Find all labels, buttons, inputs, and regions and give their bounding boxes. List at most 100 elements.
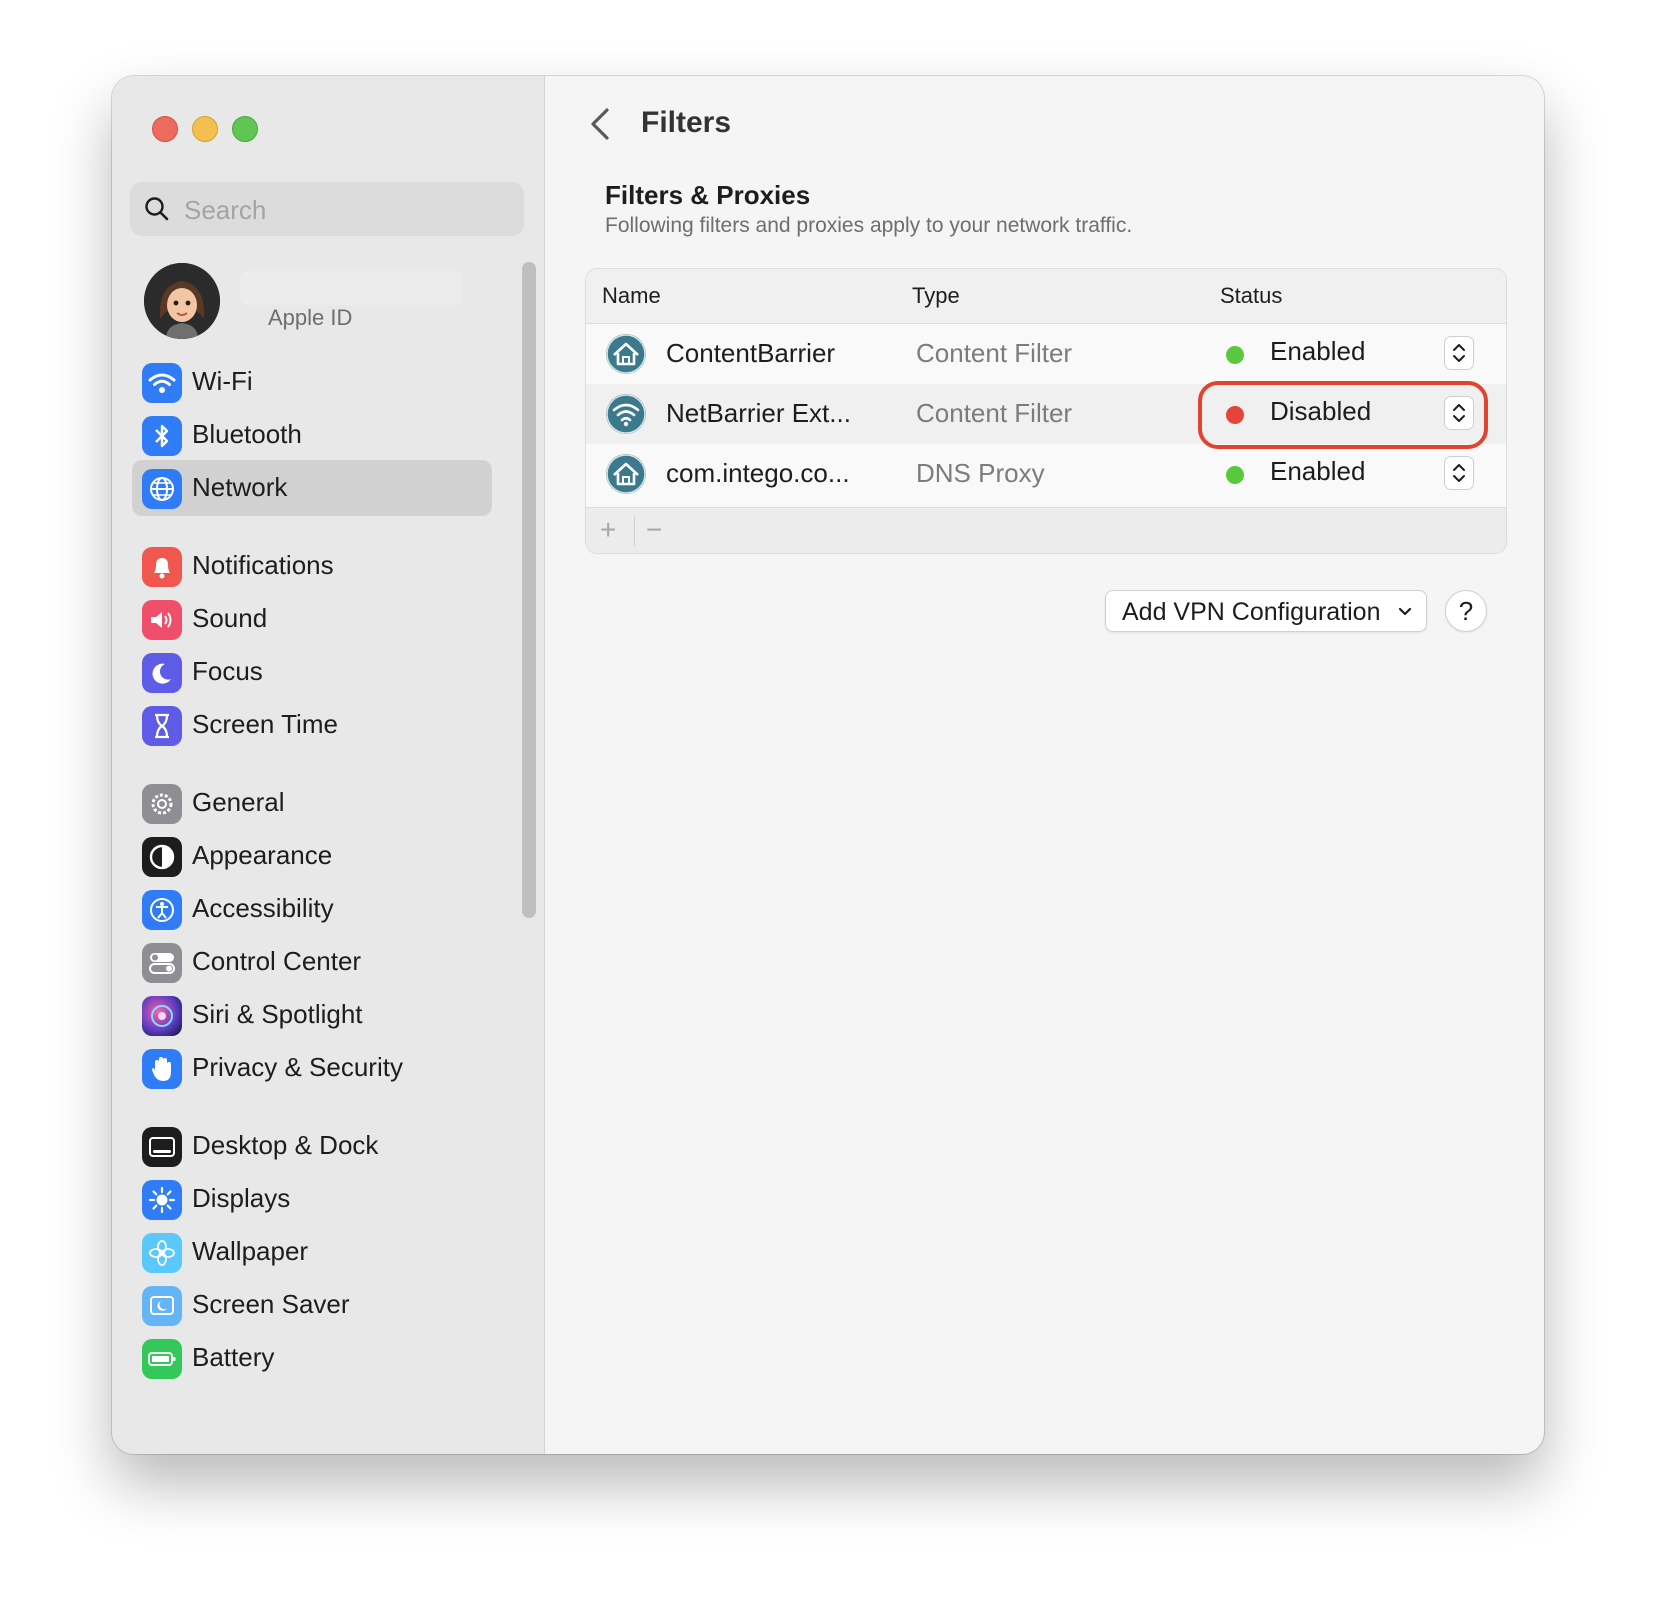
sidebar-item-privacy-security[interactable]: Privacy & Security — [132, 1040, 492, 1096]
sidebar-item-sound[interactable]: Sound — [132, 591, 492, 647]
column-header-name[interactable]: Name — [602, 283, 661, 309]
section-title: Filters & Proxies — [605, 180, 811, 210]
sidebar-item-general[interactable]: General — [132, 775, 492, 831]
filters-table: Name Type Status ContentBarrier Content … — [585, 268, 1507, 554]
sidebar-item-network[interactable]: Network — [132, 460, 492, 516]
row-name: NetBarrier Ext... — [666, 398, 851, 428]
help-label: ? — [1458, 595, 1474, 626]
globe-icon — [142, 469, 182, 509]
sidebar-item-screen-saver[interactable]: Screen Saver — [132, 1277, 492, 1333]
status-popup-button[interactable] — [1444, 336, 1474, 370]
vpn-button-label: Add VPN Configuration — [1122, 598, 1381, 626]
flower-icon — [142, 1233, 182, 1273]
column-header-type[interactable]: Type — [912, 283, 960, 309]
table-row[interactable]: ContentBarrier Content Filter Enabled — [586, 324, 1506, 384]
sidebar-item-label: Screen Time — [192, 709, 338, 739]
annotation-highlight — [1198, 381, 1488, 449]
toggles-icon — [142, 943, 182, 983]
status-dot — [1226, 346, 1244, 364]
hourglass-icon — [142, 706, 182, 746]
sidebar-item-bluetooth[interactable]: Bluetooth — [132, 407, 492, 463]
sidebar-item-label: General — [192, 787, 285, 817]
chevron-down-icon — [1398, 607, 1412, 616]
search-icon — [145, 197, 169, 221]
sidebar-item-notifications[interactable]: Notifications — [132, 538, 492, 594]
main-content: Filters Filters & Proxies Following filt… — [545, 76, 1544, 1454]
row-type: Content Filter — [916, 338, 1073, 368]
apple-id-label: Apple ID — [268, 305, 353, 330]
sidebar-item-displays[interactable]: Displays — [132, 1171, 492, 1227]
sidebar-item-label: Bluetooth — [192, 419, 302, 449]
sidebar-item-label: Network — [192, 472, 288, 502]
sidebar-item-screen-time[interactable]: Screen Time — [132, 697, 492, 753]
sidebar: Search Apple ID Wi-Fi Bluetooth Network … — [112, 76, 545, 1454]
section-subtitle: Following filters and proxies apply to y… — [605, 214, 1133, 237]
status-dot — [1226, 466, 1244, 484]
up-down-chevron-icon — [1453, 344, 1465, 362]
search-placeholder: Search — [184, 195, 267, 225]
bell-icon — [142, 547, 182, 587]
sidebar-item-label: Wi-Fi — [192, 366, 253, 396]
row-status: Enabled — [1270, 336, 1366, 366]
sun-icon — [142, 1180, 182, 1220]
sidebar-scrollbar[interactable] — [522, 262, 536, 918]
battery-icon — [142, 1339, 182, 1379]
sidebar-item-label: Screen Saver — [192, 1289, 350, 1319]
row-status: Enabled — [1270, 456, 1366, 486]
back-button[interactable] — [583, 104, 619, 144]
hand-icon — [142, 1049, 182, 1089]
sidebar-item-accessibility[interactable]: Accessibility — [132, 881, 492, 937]
intego-icon — [606, 454, 646, 494]
table-footer: + − — [586, 507, 1506, 553]
sidebar-item-focus[interactable]: Focus — [132, 644, 492, 700]
sidebar-item-appearance[interactable]: Appearance — [132, 828, 492, 884]
sidebar-item-label: Accessibility — [192, 893, 334, 923]
column-header-status[interactable]: Status — [1220, 283, 1282, 309]
zoom-button[interactable] — [232, 116, 258, 142]
up-down-chevron-icon — [1453, 464, 1465, 482]
help-button[interactable]: ? — [1445, 590, 1487, 632]
apple-id-account[interactable]: Apple ID — [144, 263, 524, 343]
sidebar-item-desktop-dock[interactable]: Desktop & Dock — [132, 1118, 492, 1174]
sidebar-item-label: Desktop & Dock — [192, 1130, 379, 1160]
add-button[interactable]: + — [600, 514, 616, 546]
dock-icon — [142, 1127, 182, 1167]
row-name: com.intego.co... — [666, 458, 850, 488]
sidebar-item-label: Wallpaper — [192, 1236, 309, 1266]
siri-icon — [142, 996, 182, 1036]
account-name-redacted — [240, 271, 462, 305]
wifi-icon — [142, 363, 182, 403]
sidebar-item-wallpaper[interactable]: Wallpaper — [132, 1224, 492, 1280]
sidebar-item-label: Privacy & Security — [192, 1052, 403, 1082]
bluetooth-icon — [142, 416, 182, 456]
sidebar-item-label: Siri & Spotlight — [192, 999, 363, 1029]
chevron-left-icon — [591, 108, 609, 140]
appearance-icon — [142, 837, 182, 877]
status-popup-button[interactable] — [1444, 456, 1474, 490]
sidebar-item-battery[interactable]: Battery — [132, 1330, 492, 1386]
search-field[interactable]: Search — [130, 182, 524, 236]
netbarrier-icon — [606, 394, 646, 434]
row-type: DNS Proxy — [916, 458, 1045, 488]
sidebar-item-label: Displays — [192, 1183, 291, 1213]
settings-window: Search Apple ID Wi-Fi Bluetooth Network … — [112, 76, 1544, 1454]
sidebar-item-control-center[interactable]: Control Center — [132, 934, 492, 990]
add-vpn-configuration-button[interactable]: Add VPN Configuration — [1105, 590, 1427, 632]
divider — [634, 516, 635, 546]
sidebar-item-label: Focus — [192, 656, 263, 686]
sidebar-item-label: Appearance — [192, 840, 333, 870]
sidebar-item-label: Battery — [192, 1342, 275, 1372]
sidebar-item-wifi[interactable]: Wi-Fi — [132, 354, 492, 410]
screensaver-icon — [142, 1286, 182, 1326]
table-header: Name Type Status — [586, 269, 1506, 324]
row-name: ContentBarrier — [666, 338, 836, 368]
gear-icon — [142, 784, 182, 824]
remove-button[interactable]: − — [646, 514, 662, 546]
contentbarrier-icon — [606, 334, 646, 374]
minimize-button[interactable] — [192, 116, 218, 142]
moon-icon — [142, 653, 182, 693]
sidebar-item-siri-spotlight[interactable]: Siri & Spotlight — [132, 987, 492, 1043]
close-button[interactable] — [152, 116, 178, 142]
table-row[interactable]: com.intego.co... DNS Proxy Enabled — [586, 444, 1506, 504]
speaker-icon — [142, 600, 182, 640]
